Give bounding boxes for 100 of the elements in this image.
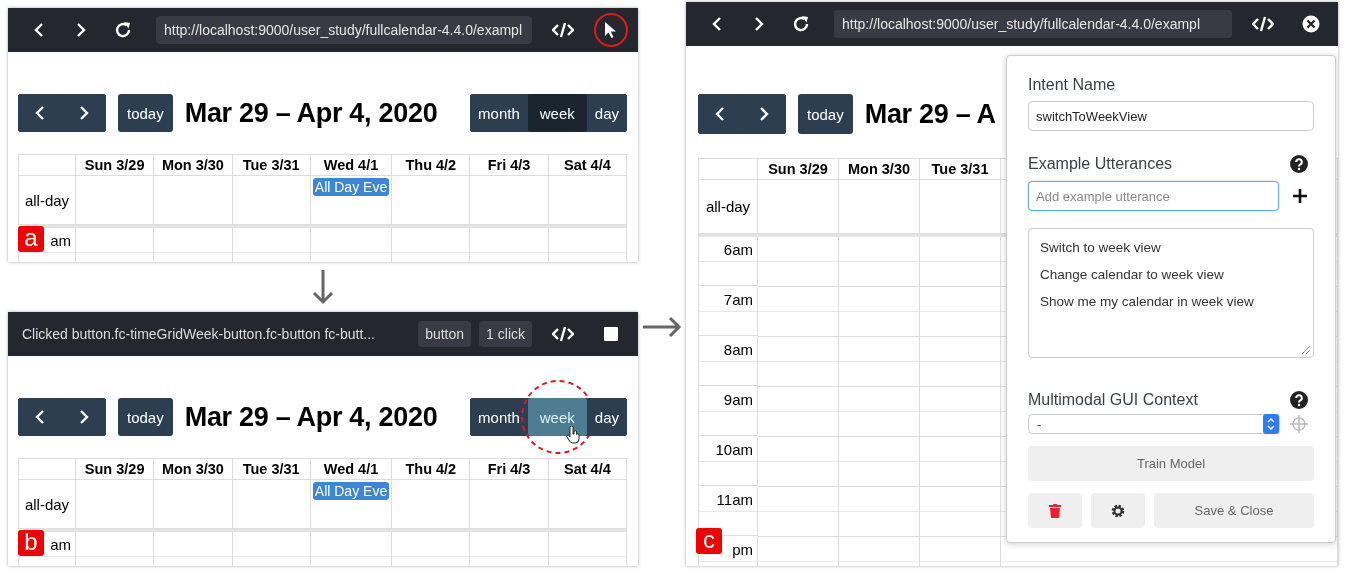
- crosshair-icon[interactable]: [1290, 415, 1308, 433]
- day-header: Thu 4/2: [392, 459, 471, 480]
- code-icon[interactable]: [552, 326, 574, 342]
- url-field[interactable]: http://localhost:9000/user_study/fullcalendar-4.4.0/exampl: [834, 10, 1232, 38]
- calendar-cell[interactable]: All Day Eve: [310, 176, 393, 225]
- calendar-cell[interactable]: [839, 387, 920, 437]
- panel-badge: b: [18, 530, 44, 556]
- today-button[interactable]: today: [118, 94, 173, 132]
- field-label: Multimodal GUI Context: [1028, 391, 1198, 409]
- chevron-right-icon: [79, 105, 89, 121]
- view-tab[interactable]: week: [527, 398, 587, 436]
- utterance-input[interactable]: Add example utterance: [1028, 181, 1279, 211]
- chevron-left-icon: [712, 16, 722, 32]
- calendar-cell[interactable]: [920, 237, 1001, 287]
- help-icon[interactable]: [1290, 155, 1308, 173]
- chevron-right-icon: [754, 16, 764, 32]
- time-label: 9am: [699, 387, 758, 436]
- chevron-right-icon: [79, 409, 89, 425]
- calendar-event[interactable]: All Day Eve: [312, 178, 390, 196]
- calendar-cell[interactable]: [758, 337, 839, 387]
- chevron-right-icon: [759, 106, 769, 122]
- settings-button[interactable]: [1091, 493, 1145, 528]
- time-label: 11am: [699, 487, 758, 536]
- date-range-title: Mar 29 – Apr 4, 2020: [184, 401, 438, 433]
- tag-chip[interactable]: button: [418, 321, 472, 347]
- context-select[interactable]: -: [1028, 414, 1280, 434]
- panel-badge: c: [696, 528, 722, 554]
- calendar-cell[interactable]: [758, 487, 839, 537]
- day-header: Wed 4/1: [310, 155, 393, 176]
- calendar-event[interactable]: All Day Eve: [312, 482, 390, 500]
- day-header: Mon 3/30: [839, 159, 920, 180]
- day-header: Mon 3/30: [154, 155, 233, 176]
- pointer-icon: [604, 21, 618, 39]
- chevron-left-icon: [35, 105, 45, 121]
- calendar-cell[interactable]: [758, 437, 839, 487]
- date-range-title: Mar 29 – Apr 4, 2020: [184, 97, 438, 129]
- today-button[interactable]: today: [118, 398, 173, 436]
- calendar-cell[interactable]: [920, 387, 1001, 437]
- calendar-cell[interactable]: [920, 337, 1001, 387]
- utterance-item[interactable]: Change calendar to week view: [1040, 267, 1224, 282]
- day-header: Sat 4/4: [548, 459, 627, 480]
- calendar-cell[interactable]: [839, 437, 920, 487]
- view-tab[interactable]: week: [527, 94, 587, 132]
- chevron-left-icon: [34, 22, 44, 38]
- right-arrow-icon: [642, 316, 682, 338]
- trash-icon: [1049, 503, 1061, 518]
- day-header: Sun 3/29: [76, 459, 155, 480]
- down-arrow-icon: [312, 269, 334, 305]
- reload-icon[interactable]: [114, 21, 132, 39]
- hand-cursor-icon: [565, 426, 580, 444]
- toolbar-button[interactable]: [594, 13, 628, 47]
- day-header: Wed 4/1: [310, 459, 393, 480]
- calendar-cell[interactable]: [839, 287, 920, 337]
- calendar-cell[interactable]: [839, 237, 920, 287]
- delete-button[interactable]: [1028, 493, 1082, 528]
- status-message: Clicked button.fc-timeGridWeek-button.fc-button fc-butt...: [22, 326, 376, 342]
- tag-chip[interactable]: 1 click: [479, 321, 532, 347]
- stop-icon: [604, 327, 618, 341]
- intent-name-field[interactable]: switchToWeekView: [1028, 101, 1314, 131]
- utterance-item[interactable]: Show me my calendar in week view: [1040, 294, 1254, 309]
- calendar-cell[interactable]: [920, 487, 1001, 537]
- calendar-cell[interactable]: [758, 237, 839, 287]
- save-close-button[interactable]: Save & Close: [1154, 493, 1314, 528]
- time-label: 10am: [699, 437, 758, 486]
- add-icon[interactable]: [1292, 188, 1308, 204]
- calendar-cell[interactable]: [920, 287, 1001, 337]
- reload-icon[interactable]: [792, 15, 810, 33]
- code-icon[interactable]: [1252, 16, 1274, 32]
- stepper-icon: [1263, 414, 1279, 434]
- utterance-item[interactable]: Switch to week view: [1040, 240, 1161, 255]
- calendar-cell[interactable]: [839, 337, 920, 387]
- view-tab[interactable]: day: [586, 398, 627, 436]
- day-header: Tue 3/31: [232, 459, 311, 480]
- help-icon[interactable]: [1290, 391, 1308, 409]
- field-label: Intent Name: [1028, 76, 1117, 94]
- calendar-cell[interactable]: All Day Eve: [310, 480, 393, 529]
- resize-grip-icon[interactable]: [1302, 346, 1310, 354]
- chevron-left-icon: [35, 409, 45, 425]
- today-button[interactable]: today: [798, 94, 853, 134]
- settings-icon: [1111, 503, 1125, 518]
- calendar-cell[interactable]: [920, 437, 1001, 487]
- chevron-left-icon: [715, 106, 725, 122]
- day-header: Tue 3/31: [920, 159, 1001, 180]
- calendar-cell[interactable]: [839, 487, 920, 537]
- time-label: 6am: [699, 237, 758, 286]
- date-range-title: Mar 29 – A: [864, 98, 996, 130]
- code-icon[interactable]: [552, 22, 574, 38]
- field-label: Example Utterances: [1028, 155, 1173, 173]
- calendar-cell[interactable]: [758, 287, 839, 337]
- day-header: Sat 4/4: [548, 155, 627, 176]
- url-field[interactable]: http://localhost:9000/user_study/fullcalendar-4.4.0/exampl: [156, 16, 532, 44]
- time-label: 8am: [699, 337, 758, 386]
- day-header: Fri 4/3: [470, 459, 549, 480]
- day-header: Tue 3/31: [232, 155, 311, 176]
- day-header: Thu 4/2: [392, 155, 471, 176]
- day-header: Sun 3/29: [758, 159, 839, 180]
- train-model-button[interactable]: Train Model: [1028, 446, 1314, 481]
- panel-badge: a: [18, 226, 44, 252]
- close-icon: [1302, 15, 1320, 33]
- calendar-cell[interactable]: [758, 387, 839, 437]
